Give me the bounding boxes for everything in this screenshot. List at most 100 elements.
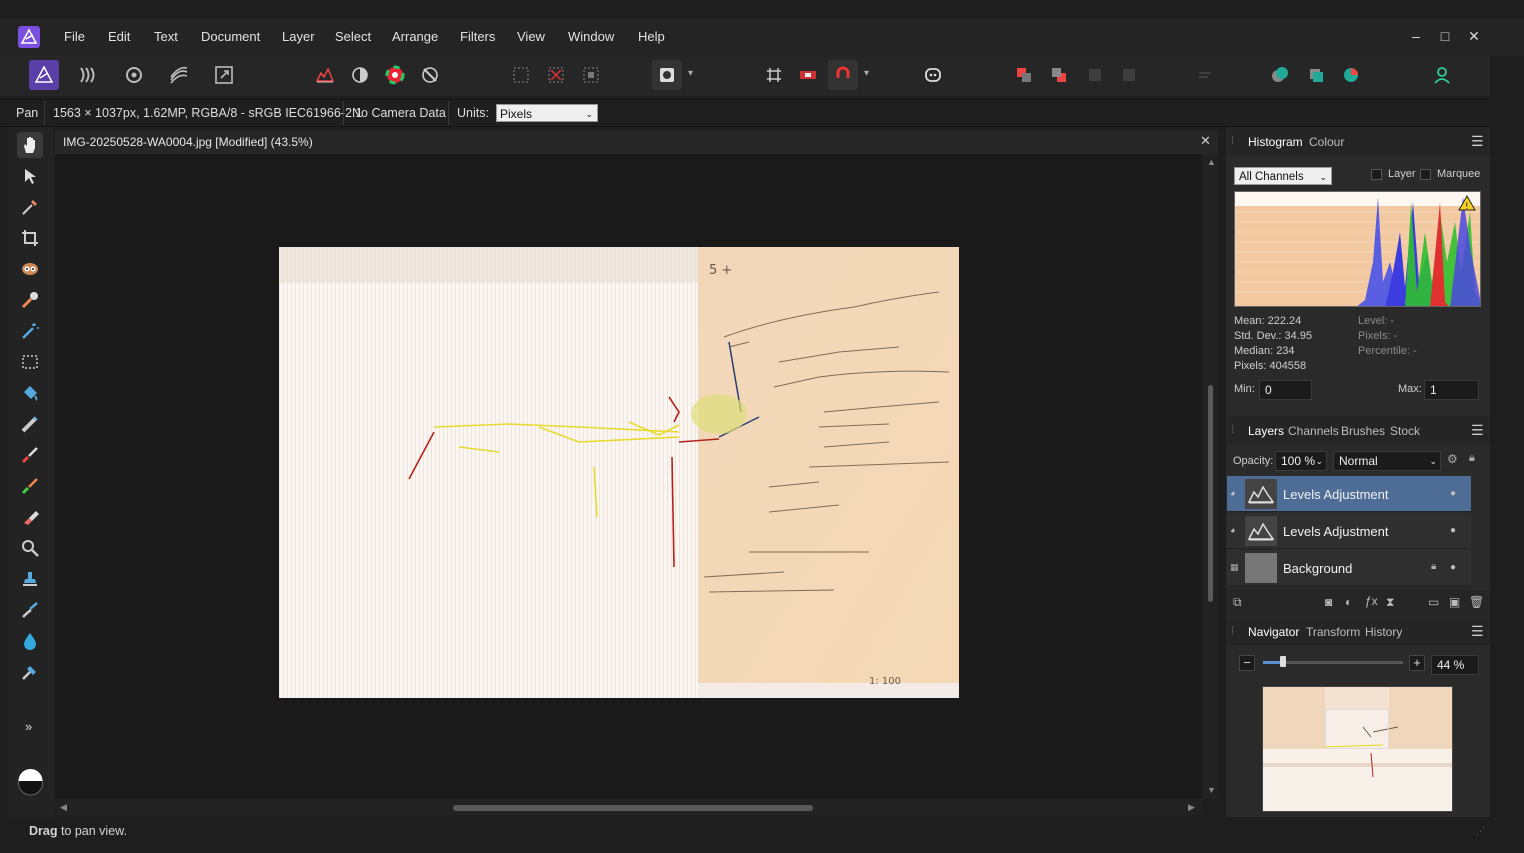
- arrange-back-icon[interactable]: [1044, 60, 1074, 90]
- layer-status-dot-icon[interactable]: ●: [1450, 562, 1456, 573]
- layer-status-dot-icon[interactable]: ●: [1450, 525, 1456, 536]
- max-input[interactable]: 1: [1424, 380, 1479, 400]
- scroll-left-icon[interactable]: ◀: [60, 802, 67, 813]
- menu-window[interactable]: Window: [568, 29, 614, 44]
- pan-tool-icon[interactable]: [17, 132, 43, 158]
- tone-mapping-persona-icon[interactable]: [164, 60, 194, 90]
- visibility-icon[interactable]: ◕: [1230, 488, 1235, 498]
- more-tools-icon[interactable]: »: [25, 719, 32, 734]
- menu-select[interactable]: Select: [335, 29, 371, 44]
- lock-icon[interactable]: 🔒︎: [1431, 561, 1436, 572]
- smudge-tool-icon[interactable]: [17, 597, 43, 623]
- grip-icon[interactable]: ⁞: [1231, 424, 1234, 436]
- visibility-hidden-icon[interactable]: ▦: [1230, 562, 1239, 573]
- view-mode-icon[interactable]: [793, 60, 823, 90]
- menu-layer[interactable]: Layer: [282, 29, 315, 44]
- scroll-up-icon[interactable]: ▲: [1207, 157, 1216, 167]
- mask-layer-icon[interactable]: ◙: [1325, 595, 1332, 609]
- quick-mask-icon[interactable]: [652, 60, 682, 90]
- snapping-dropdown-icon[interactable]: ▾: [864, 68, 869, 79]
- crop-tool-icon[interactable]: [17, 225, 43, 251]
- document-image[interactable]: 5 + 1: 100: [279, 247, 959, 698]
- add-pixel-layer-icon[interactable]: ▣: [1449, 595, 1460, 609]
- mixer-brush-tool-icon[interactable]: [17, 473, 43, 499]
- grip-icon[interactable]: ⁞: [1231, 135, 1234, 147]
- maximize-button[interactable]: □: [1434, 26, 1456, 46]
- marquee-checkbox[interactable]: [1420, 169, 1431, 180]
- flood-fill-tool-icon[interactable]: [17, 380, 43, 406]
- tab-navigator[interactable]: Navigator: [1248, 625, 1299, 639]
- horizontal-scroll-thumb[interactable]: [453, 805, 813, 811]
- liquify-persona-icon[interactable]: [74, 60, 104, 90]
- selection-brush-tool-icon[interactable]: [17, 287, 43, 313]
- navigator-view-box[interactable]: [1325, 709, 1389, 749]
- layer-checkbox[interactable]: [1371, 169, 1382, 180]
- menu-text[interactable]: Text: [154, 29, 178, 44]
- zoom-slider-handle[interactable]: [1280, 656, 1286, 667]
- tab-stock[interactable]: Stock: [1390, 424, 1420, 438]
- panel-menu-icon[interactable]: ☰: [1471, 623, 1484, 640]
- quick-mask-dropdown-icon[interactable]: ▾: [688, 68, 693, 79]
- move-tool-icon[interactable]: [17, 163, 43, 189]
- trash-icon[interactable]: 🗑︎: [1469, 595, 1484, 609]
- panel-menu-icon[interactable]: ☰: [1471, 133, 1484, 150]
- colour-swatch-icon[interactable]: [17, 766, 44, 796]
- boolean-intersect-icon[interactable]: [1336, 60, 1366, 90]
- gradient-tool-icon[interactable]: [17, 411, 43, 437]
- panel-menu-icon[interactable]: ☰: [1471, 422, 1484, 439]
- menu-help[interactable]: Help: [638, 29, 665, 44]
- units-select[interactable]: Pixels ⌄: [496, 104, 598, 122]
- zoom-in-button[interactable]: +: [1409, 655, 1425, 671]
- tab-history[interactable]: History: [1365, 625, 1402, 639]
- close-window-button[interactable]: ✕: [1463, 26, 1485, 46]
- snapping-grid-icon[interactable]: [759, 60, 789, 90]
- levels-icon[interactable]: [310, 60, 340, 90]
- account-icon[interactable]: [1427, 60, 1457, 90]
- fx-icon[interactable]: ƒx: [1365, 594, 1378, 608]
- navigator-preview[interactable]: [1262, 686, 1453, 812]
- grip-icon[interactable]: ⁞: [1231, 625, 1234, 637]
- select-all-icon[interactable]: [506, 60, 536, 90]
- flood-select-tool-icon[interactable]: [17, 318, 43, 344]
- tab-transform[interactable]: Transform: [1306, 625, 1360, 639]
- channel-select[interactable]: All Channels ⌄: [1234, 167, 1332, 185]
- white-balance-icon[interactable]: [415, 60, 445, 90]
- lock-icon[interactable]: 🔒︎: [1469, 452, 1475, 465]
- deselect-icon[interactable]: [541, 60, 571, 90]
- erase-brush-tool-icon[interactable]: [17, 504, 43, 530]
- clone-tool-icon[interactable]: [17, 566, 43, 592]
- gear-icon[interactable]: ⚙: [1447, 452, 1458, 466]
- blend-mode-select[interactable]: Normal ⌄: [1333, 451, 1441, 471]
- patch-tool-icon[interactable]: [17, 659, 43, 685]
- tab-layers[interactable]: Layers: [1248, 424, 1284, 438]
- menu-edit[interactable]: Edit: [108, 29, 130, 44]
- zoom-out-button[interactable]: −: [1239, 655, 1255, 671]
- colour-picker-tool-icon[interactable]: [17, 194, 43, 220]
- tab-histogram[interactable]: Histogram: [1248, 135, 1303, 149]
- opacity-input[interactable]: 100 % ⌄: [1275, 451, 1327, 471]
- develop-persona-icon[interactable]: [119, 60, 149, 90]
- resize-grip-icon[interactable]: ⋰: [1476, 826, 1485, 837]
- boolean-subtract-icon[interactable]: [1301, 60, 1331, 90]
- scroll-right-icon[interactable]: ▶: [1188, 802, 1195, 813]
- red-eye-tool-icon[interactable]: [17, 256, 43, 282]
- visibility-icon[interactable]: ◕: [1230, 525, 1235, 535]
- arrange-forward-icon[interactable]: [1009, 60, 1039, 90]
- menu-document[interactable]: Document: [201, 29, 260, 44]
- layer-options-icon[interactable]: ⧉: [1233, 595, 1242, 610]
- snapping-icon[interactable]: [828, 60, 858, 90]
- close-document-icon[interactable]: ✕: [1200, 133, 1211, 149]
- zoom-input[interactable]: 44 %: [1431, 655, 1479, 675]
- tab-channels[interactable]: Channels: [1288, 424, 1339, 438]
- menu-arrange[interactable]: Arrange: [392, 29, 438, 44]
- rectangular-marquee-tool-icon[interactable]: [17, 349, 43, 375]
- menu-filters[interactable]: Filters: [460, 29, 495, 44]
- menu-view[interactable]: View: [517, 29, 545, 44]
- blur-brush-tool-icon[interactable]: [17, 628, 43, 654]
- tab-brushes[interactable]: Brushes: [1341, 424, 1385, 438]
- photo-persona-button[interactable]: [29, 60, 59, 90]
- assistant-icon[interactable]: [918, 60, 948, 90]
- tab-colour[interactable]: Colour: [1309, 135, 1344, 149]
- export-persona-icon[interactable]: [209, 60, 239, 90]
- minimize-button[interactable]: –: [1405, 26, 1427, 46]
